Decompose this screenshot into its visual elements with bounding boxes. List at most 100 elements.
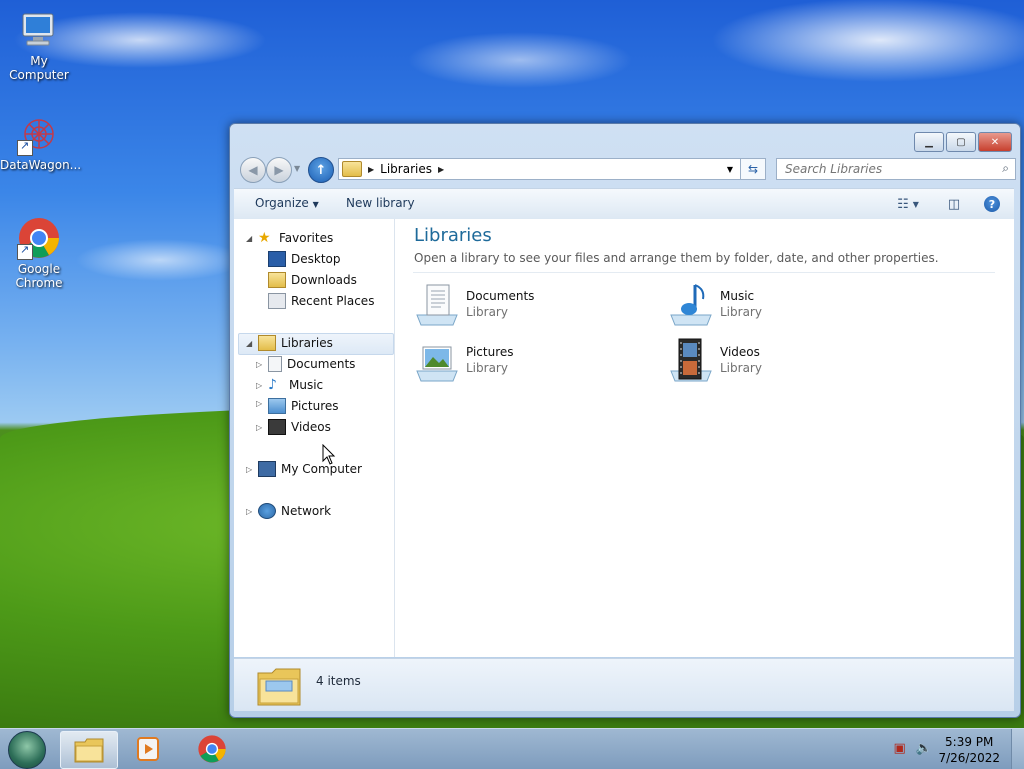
computer-icon bbox=[17, 8, 61, 52]
desktop-icon-datawagon[interactable]: DataWagon... bbox=[0, 112, 82, 172]
library-pictures[interactable]: Pictures Library bbox=[413, 337, 653, 385]
new-library-button[interactable]: New library bbox=[346, 196, 415, 210]
collapse-arrow-icon[interactable]: ◢ bbox=[246, 339, 256, 348]
command-bar: Organize ▼ New library ☷ ▼ ◫ ? bbox=[234, 188, 1014, 220]
nav-my-computer[interactable]: ▷ My Computer bbox=[246, 460, 362, 478]
expand-arrow-icon[interactable]: ▷ bbox=[246, 465, 256, 474]
nav-favorites[interactable]: ◢ ★ Favorites bbox=[246, 229, 333, 247]
recent-places-icon bbox=[268, 293, 286, 309]
libraries-folder-large-icon bbox=[256, 665, 302, 710]
downloads-folder-icon bbox=[268, 272, 286, 288]
taskbar: ▣ 🔈 5:39 PM 7/26/2022 bbox=[0, 728, 1024, 769]
expand-arrow-icon[interactable]: ▷ bbox=[256, 360, 266, 369]
star-icon: ★ bbox=[258, 230, 271, 246]
breadcrumb-arrow-icon[interactable]: ▶ bbox=[438, 165, 444, 174]
back-button[interactable]: ◀ bbox=[240, 157, 266, 183]
explorer-window[interactable]: ▁ ▢ ✕ ◀ ▶ ▼ ↑ ▶ Libraries ▶ ▼ ⇆ ⌕ Organi… bbox=[229, 123, 1021, 718]
search-box[interactable]: ⌕ bbox=[776, 158, 1016, 180]
documents-library-icon bbox=[413, 281, 461, 329]
taskbar-chrome-button[interactable] bbox=[184, 731, 240, 767]
expand-arrow-icon[interactable]: ▷ bbox=[256, 399, 266, 413]
organize-button[interactable]: Organize ▼ bbox=[255, 196, 319, 210]
music-library-icon bbox=[667, 281, 715, 329]
chrome-icon bbox=[17, 216, 61, 260]
recent-pages-chevron-icon[interactable]: ▼ bbox=[294, 164, 300, 173]
expand-arrow-icon[interactable]: ▷ bbox=[256, 423, 266, 432]
pictures-library-icon bbox=[413, 337, 461, 385]
expand-arrow-icon[interactable]: ▷ bbox=[246, 507, 256, 516]
header-divider bbox=[413, 272, 995, 273]
breadcrumb-libraries[interactable]: Libraries bbox=[380, 162, 432, 176]
computer-icon bbox=[258, 461, 276, 477]
navigation-pane[interactable]: ◢ ★ Favorites Desktop Downloads Recent P… bbox=[234, 219, 395, 657]
search-input[interactable] bbox=[783, 159, 997, 179]
search-icon: ⌕ bbox=[1002, 161, 1009, 175]
show-desktop-button[interactable] bbox=[1011, 729, 1024, 769]
content-area: ◢ ★ Favorites Desktop Downloads Recent P… bbox=[234, 219, 1014, 657]
chevron-down-icon: ▼ bbox=[312, 200, 319, 209]
nav-documents[interactable]: ▷ Documents bbox=[256, 355, 355, 373]
maximize-button[interactable]: ▢ bbox=[946, 132, 976, 152]
expand-arrow-icon[interactable]: ▷ bbox=[256, 381, 266, 390]
desktop-icon-label: My Computer bbox=[9, 54, 69, 82]
pictures-icon bbox=[268, 398, 286, 414]
help-button[interactable]: ? bbox=[980, 194, 1004, 214]
nav-desktop[interactable]: Desktop bbox=[266, 250, 341, 268]
page-title: Libraries bbox=[414, 225, 492, 246]
clock-time: 5:39 PM bbox=[945, 735, 994, 749]
music-note-icon: ♪ bbox=[268, 377, 277, 393]
libraries-folder-icon bbox=[342, 161, 362, 177]
library-music[interactable]: Music Library bbox=[667, 281, 907, 329]
system-tray: ▣ 🔈 bbox=[894, 741, 932, 756]
item-count: 4 items bbox=[316, 674, 361, 688]
change-view-button[interactable]: ☷ ▼ bbox=[890, 194, 926, 214]
start-button[interactable] bbox=[8, 731, 46, 769]
libraries-folder-icon bbox=[258, 335, 276, 351]
media-player-icon bbox=[137, 737, 159, 761]
library-documents[interactable]: Documents Library bbox=[413, 281, 653, 329]
desktop-icon-my-computer[interactable]: My Computer bbox=[0, 8, 78, 82]
nav-music[interactable]: ▷ ♪ Music bbox=[256, 376, 323, 394]
shortcut-arrow-icon bbox=[17, 243, 33, 260]
documents-icon bbox=[268, 356, 282, 372]
breadcrumb-arrow-icon: ▶ bbox=[368, 164, 375, 174]
taskbar-media-player-button[interactable] bbox=[120, 731, 176, 767]
nav-downloads[interactable]: Downloads bbox=[266, 271, 357, 289]
desktop-icon bbox=[268, 251, 286, 267]
taskbar-clock[interactable]: 5:39 PM 7/26/2022 bbox=[938, 734, 1000, 766]
network-status-icon[interactable]: ▣ bbox=[894, 741, 906, 756]
nav-pictures[interactable]: ▷ Pictures bbox=[256, 397, 339, 415]
close-button[interactable]: ✕ bbox=[978, 132, 1012, 152]
nav-libraries[interactable]: ◢ Libraries bbox=[246, 334, 333, 352]
address-bar[interactable]: ▶ Libraries ▶ ▼ bbox=[338, 158, 766, 180]
help-icon: ? bbox=[984, 196, 1000, 212]
desktop-icon-label: DataWagon... bbox=[0, 158, 82, 172]
volume-icon[interactable]: 🔈 bbox=[916, 741, 932, 756]
navigation-bar: ◀ ▶ ▼ ↑ ▶ Libraries ▶ ▼ ⇆ ⌕ bbox=[236, 156, 1016, 183]
desktop-icon-label: Google Chrome bbox=[15, 262, 63, 290]
clock-date: 7/26/2022 bbox=[938, 751, 1000, 765]
network-icon bbox=[258, 503, 276, 519]
taskbar-explorer-button[interactable] bbox=[60, 731, 118, 769]
chrome-icon bbox=[198, 735, 226, 763]
nav-videos[interactable]: ▷ Videos bbox=[256, 418, 331, 436]
nav-recent-places[interactable]: Recent Places bbox=[266, 292, 374, 310]
nav-network[interactable]: ▷ Network bbox=[246, 502, 331, 520]
collapse-arrow-icon[interactable]: ◢ bbox=[246, 234, 256, 243]
up-button[interactable]: ↑ bbox=[308, 157, 334, 183]
videos-film-icon bbox=[268, 419, 286, 435]
window-controls: ▁ ▢ ✕ bbox=[914, 132, 1012, 152]
library-videos[interactable]: Videos Library bbox=[667, 337, 907, 385]
chevron-down-icon: ▼ bbox=[912, 199, 919, 209]
address-dropdown-icon[interactable]: ▼ bbox=[721, 159, 739, 179]
refresh-button[interactable]: ⇆ bbox=[740, 158, 766, 180]
shortcut-arrow-icon bbox=[17, 139, 33, 156]
forward-button[interactable]: ▶ bbox=[266, 157, 292, 183]
preview-pane-button[interactable]: ◫ bbox=[942, 194, 966, 214]
minimize-button[interactable]: ▁ bbox=[914, 132, 944, 152]
page-description: Open a library to see your files and arr… bbox=[414, 251, 939, 265]
desktop-icon-chrome[interactable]: Google Chrome bbox=[0, 216, 78, 290]
details-pane: 4 items bbox=[234, 658, 1014, 711]
file-list-pane[interactable]: Libraries Open a library to see your fil… bbox=[395, 219, 1014, 657]
videos-library-icon bbox=[667, 337, 715, 385]
